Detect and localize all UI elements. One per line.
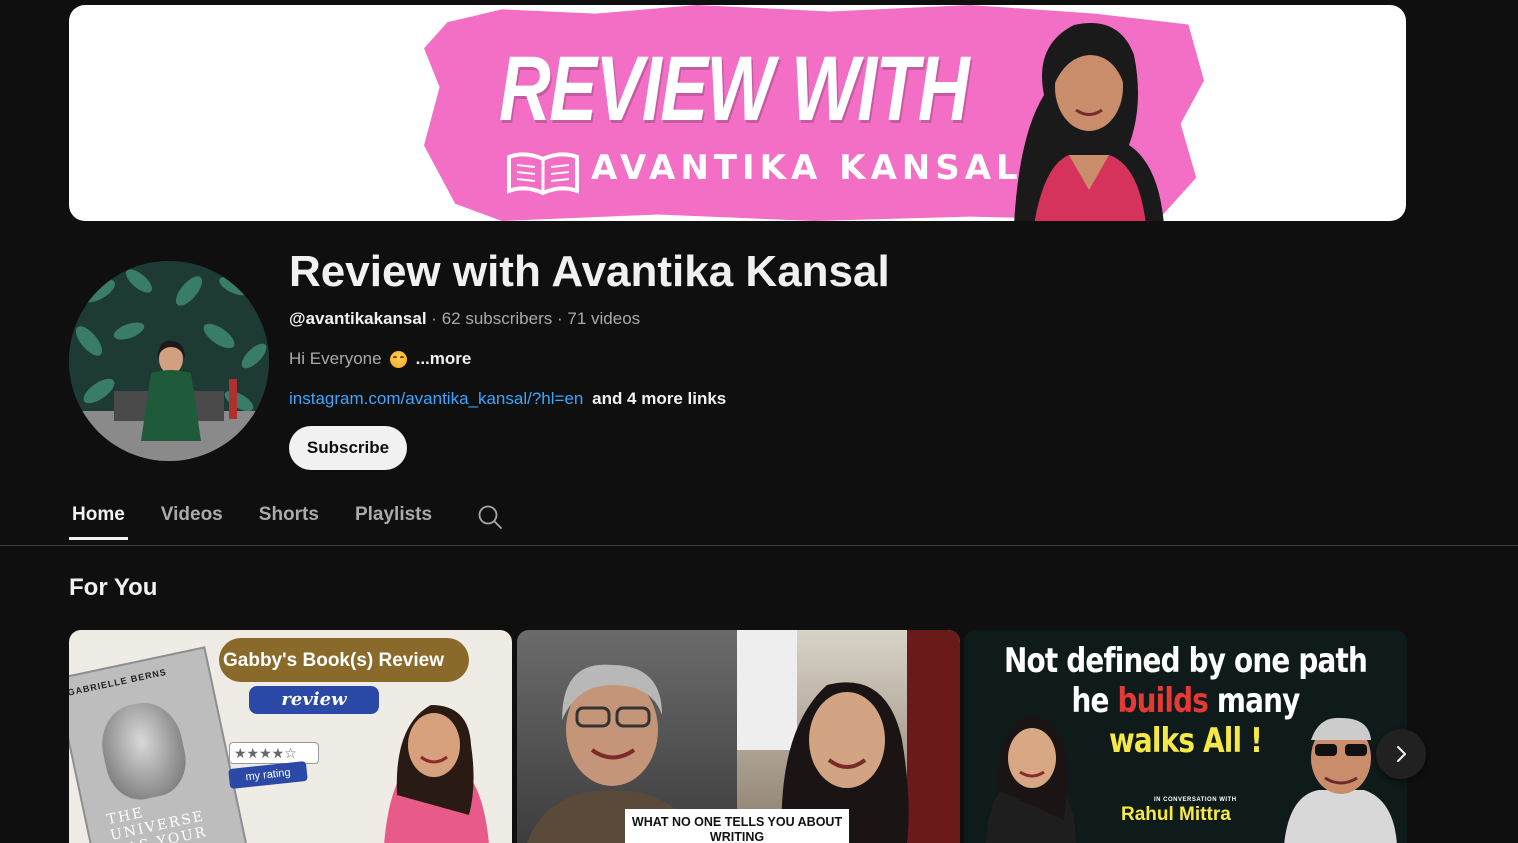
chevron-right-icon xyxy=(1397,746,1406,762)
thumb-rating-label: my rating xyxy=(228,760,308,790)
video-thumbnail-3[interactable]: Not defined by one path he builds many w… xyxy=(964,630,1407,843)
tab-shorts[interactable]: Shorts xyxy=(256,496,322,540)
avatar-image xyxy=(69,261,269,461)
description-text: Hi Everyone xyxy=(289,349,382,368)
open-book-icon xyxy=(507,152,579,196)
search-icon[interactable] xyxy=(477,504,503,530)
book-cover-image: GABRIELLE BERNS THE UNIVERSE HAS YOUR BA… xyxy=(69,646,248,843)
book-cover-portrait xyxy=(94,696,193,806)
channel-page: REVIEW WITH AVANTIKA KANSAL Review with … xyxy=(0,0,1518,843)
tab-playlists[interactable]: Playlists xyxy=(352,496,435,540)
meta-separator: · xyxy=(431,309,437,328)
thumb-line-2: he builds many xyxy=(1004,682,1367,720)
book-author: GABRIELLE BERNS xyxy=(69,666,168,698)
video-thumbnail-2[interactable]: WHAT NO ONE TELLS YOU ABOUT WRITING xyxy=(517,630,960,843)
video-count: 71 videos xyxy=(567,309,641,328)
banner-subtitle: AVANTIKA KANSAL xyxy=(591,148,1023,188)
thumb-guest-name: Rahul Mittra xyxy=(1121,804,1231,825)
more-links-button[interactable]: and 4 more links xyxy=(592,389,726,408)
thumb-person-image xyxy=(384,705,489,843)
channel-banner: REVIEW WITH AVANTIKA KANSAL xyxy=(69,5,1406,221)
thumb-line-2a: he xyxy=(1071,681,1118,721)
instagram-link[interactable]: instagram.com/avantika_kansal/?hl=en xyxy=(289,389,583,408)
smile-emoji-icon xyxy=(389,350,407,368)
subscriber-count: 62 subscribers xyxy=(441,309,553,328)
thumb-review-label: review xyxy=(249,686,379,714)
subscribe-button[interactable]: Subscribe xyxy=(289,426,407,470)
channel-handle: @avantikakansal xyxy=(289,309,427,328)
video-thumbnail-1[interactable]: GABRIELLE BERNS THE UNIVERSE HAS YOUR BA… xyxy=(69,630,512,843)
thumb-in-conversation: IN CONVERSATION WITH xyxy=(1154,797,1237,803)
channel-tabs: Home Videos Shorts Playlists xyxy=(69,496,503,544)
channel-avatar[interactable] xyxy=(69,261,269,461)
thumb-header: Gabby's Book(s) Review xyxy=(223,650,444,671)
channel-links: instagram.com/avantika_kansal/?hl=en and… xyxy=(289,387,726,411)
thumb-caption: WHAT NO ONE TELLS YOU ABOUT WRITING xyxy=(625,809,849,843)
thumb-line-2b: builds xyxy=(1117,681,1209,721)
meta-separator: · xyxy=(556,309,563,328)
channel-description[interactable]: Hi Everyone ...more xyxy=(289,347,471,371)
thumb-line-2c: many xyxy=(1208,681,1300,721)
banner-title: REVIEW WITH xyxy=(499,38,970,140)
tab-videos[interactable]: Videos xyxy=(158,496,226,540)
channel-meta: @avantikakansal · 62 subscribers · 71 vi… xyxy=(289,307,640,331)
channel-title: Review with Avantika Kansal xyxy=(289,247,890,296)
thumb-line-3: walks All ! xyxy=(1108,721,1263,761)
tabs-divider xyxy=(0,545,1518,546)
section-title: For You xyxy=(69,574,158,601)
tab-home[interactable]: Home xyxy=(69,496,128,540)
description-more-link[interactable]: ...more xyxy=(416,347,472,371)
banner-person-image xyxy=(1014,23,1164,221)
thumb-rating-stars: ★★★★☆ xyxy=(229,742,319,764)
thumb-line-1: Not defined by one path xyxy=(1003,641,1368,681)
carousel-next-button[interactable] xyxy=(1376,729,1426,779)
